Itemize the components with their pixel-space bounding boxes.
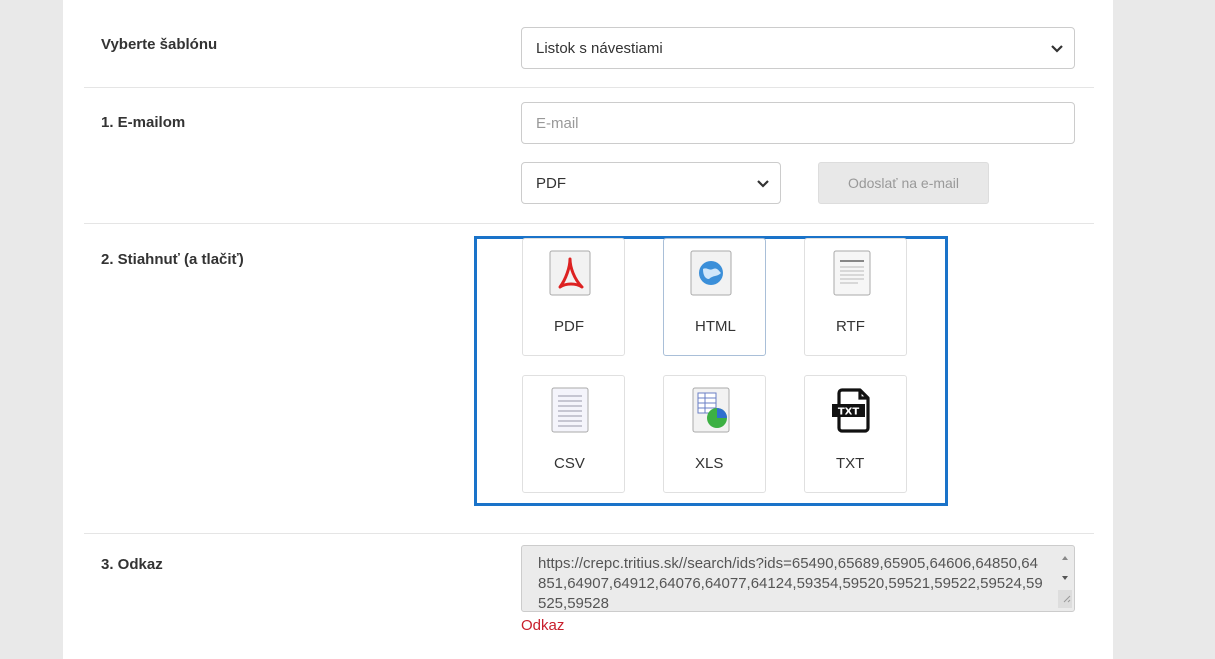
rtf-document-icon <box>833 250 871 296</box>
format-label: RTF <box>836 318 865 335</box>
template-label: Vyberte šablónu <box>101 36 218 53</box>
divider <box>84 223 1094 224</box>
html-globe-icon <box>690 250 732 296</box>
txt-file-icon: TXT <box>832 388 870 433</box>
download-csv-button[interactable]: CSV <box>522 375 625 493</box>
email-label: 1. E-mailom <box>101 114 186 131</box>
download-rtf-button[interactable]: RTF <box>804 238 907 356</box>
chevron-down-icon <box>1051 45 1063 53</box>
download-label: 2. Stiahnuť (a tlačiť) <box>101 251 244 268</box>
divider <box>84 87 1094 88</box>
format-label: CSV <box>554 455 585 472</box>
link-url-textarea[interactable]: https://crepc.tritius.sk//search/ids?ids… <box>521 545 1075 612</box>
link-anchor[interactable]: Odkaz <box>521 617 564 634</box>
download-pdf-button[interactable]: PDF <box>522 238 625 356</box>
format-label: XLS <box>695 455 724 472</box>
link-url-text: https://crepc.tritius.sk//search/ids?ids… <box>538 555 1043 612</box>
email-placeholder: E-mail <box>536 114 579 132</box>
xls-spreadsheet-icon <box>692 387 730 433</box>
chevron-down-icon <box>757 180 769 188</box>
pdf-icon <box>549 250 591 296</box>
template-select-value: Listok s návestiami <box>536 39 663 57</box>
format-label: TXT <box>836 455 865 472</box>
scrollbar[interactable] <box>1058 550 1072 608</box>
format-label: HTML <box>695 318 736 335</box>
send-email-button[interactable]: Odoslať na e-mail <box>818 162 989 204</box>
download-txt-button[interactable]: TXT TXT <box>804 375 907 493</box>
email-field[interactable]: E-mail <box>521 102 1075 144</box>
template-select[interactable]: Listok s návestiami <box>521 27 1075 69</box>
format-label: PDF <box>554 318 584 335</box>
email-format-value: PDF <box>536 174 566 192</box>
csv-document-icon <box>551 387 589 433</box>
email-format-select[interactable]: PDF <box>521 162 781 204</box>
link-row-label: 3. Odkaz <box>101 556 163 573</box>
download-xls-button[interactable]: XLS <box>663 375 766 493</box>
svg-text:TXT: TXT <box>838 407 860 418</box>
divider <box>84 533 1094 534</box>
download-html-button[interactable]: HTML <box>663 238 766 356</box>
